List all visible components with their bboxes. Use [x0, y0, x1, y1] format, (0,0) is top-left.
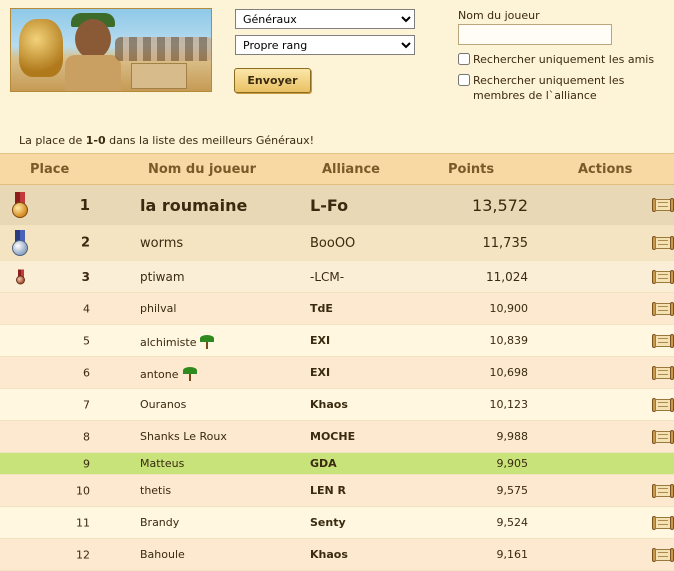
- palm-tree-icon: [199, 333, 215, 349]
- send-button[interactable]: Envoyer: [234, 68, 311, 93]
- place-number: 1: [79, 196, 90, 214]
- table-row: 1 la roumaine L-Fo 13,572: [0, 184, 674, 226]
- place-number: 8: [83, 430, 90, 443]
- player-name-link[interactable]: la roumaine: [140, 196, 247, 215]
- alliance-link[interactable]: -LCM-: [310, 270, 344, 284]
- alliance-link[interactable]: EXI: [310, 334, 330, 347]
- alliance-link[interactable]: MOCHE: [310, 430, 355, 443]
- points-value: 9,161: [496, 548, 529, 561]
- player-name-link[interactable]: philval: [140, 302, 176, 315]
- alliance-link[interactable]: Senty: [310, 516, 346, 529]
- player-name-link[interactable]: ptiwam: [140, 270, 185, 284]
- col-alliance-header[interactable]: Alliance: [310, 153, 430, 185]
- table-row: 7 Ouranos Khaos 10,123: [0, 388, 674, 421]
- place-number: 12: [76, 548, 90, 561]
- points-value: 9,905: [496, 457, 529, 470]
- rank-info-prefix: La place de: [19, 134, 86, 147]
- player-name-link[interactable]: alchimiste: [140, 336, 196, 349]
- scroll-message-icon[interactable]: [652, 397, 674, 413]
- ranking-table: Place Nom du joueur Alliance Points Acti…: [0, 153, 674, 571]
- points-value: 13,572: [472, 195, 528, 215]
- scroll-message-icon[interactable]: [652, 197, 674, 213]
- player-name-link[interactable]: Bahoule: [140, 548, 185, 561]
- col-place-header[interactable]: Place: [0, 153, 140, 185]
- gold-medal-icon: [12, 192, 28, 218]
- alliance-link[interactable]: BooOO: [310, 236, 355, 251]
- place-number: 5: [83, 334, 90, 347]
- alliance-link[interactable]: Khaos: [310, 398, 348, 411]
- scroll-message-icon[interactable]: [652, 235, 674, 251]
- only-alliance-label: Rechercher uniquement les membres de l`a…: [473, 74, 625, 102]
- col-points-header[interactable]: Points: [430, 153, 528, 185]
- alliance-link[interactable]: EXI: [310, 366, 330, 379]
- scroll-message-icon[interactable]: [652, 269, 674, 285]
- alliance-link[interactable]: TdE: [310, 302, 333, 315]
- silver-medal-icon: [12, 230, 28, 256]
- points-value: 10,900: [489, 302, 529, 315]
- rank-info-suffix: dans la liste des meilleurs Généraux!: [105, 134, 315, 147]
- scroll-message-icon[interactable]: [652, 483, 674, 499]
- generals-banner-image: [10, 8, 212, 92]
- points-value: 9,524: [496, 516, 529, 529]
- rank-info-text: La place de 1-0 dans la liste des meille…: [19, 134, 314, 147]
- scroll-message-icon[interactable]: [652, 301, 674, 317]
- scroll-message-icon[interactable]: [652, 429, 674, 445]
- table-row: 12 Bahoule Khaos 9,161: [0, 538, 674, 571]
- only-alliance-checkbox[interactable]: [458, 74, 470, 86]
- only-friends-checkbox[interactable]: [458, 53, 470, 65]
- place-number: 10: [76, 484, 90, 497]
- table-row: 10 thetis LEN R 9,575: [0, 474, 674, 507]
- col-name-header[interactable]: Nom du joueur: [140, 153, 310, 185]
- alliance-link[interactable]: GDA: [310, 457, 337, 470]
- table-row: 2 worms BooOO 11,735: [0, 225, 674, 261]
- place-number: 4: [83, 302, 90, 315]
- rank-select[interactable]: Propre rang: [235, 35, 415, 55]
- player-name-link[interactable]: Shanks Le Roux: [140, 430, 227, 443]
- scroll-message-icon[interactable]: [652, 333, 674, 349]
- place-number: 3: [81, 269, 90, 284]
- player-name-link[interactable]: antone: [140, 368, 179, 381]
- place-number: 9: [83, 457, 90, 470]
- table-row: 11 Brandy Senty 9,524: [0, 506, 674, 539]
- table-row: 4 philval TdE 10,900: [0, 292, 674, 325]
- only-friends-option: Rechercher uniquement les amis: [458, 52, 654, 67]
- points-value: 11,024: [486, 269, 528, 284]
- place-number: 11: [76, 516, 90, 529]
- place-number: 6: [83, 366, 90, 379]
- table-row: 8 Shanks Le Roux MOCHE 9,988: [0, 420, 674, 453]
- scroll-message-icon[interactable]: [652, 515, 674, 531]
- points-value: 9,575: [496, 484, 529, 497]
- only-friends-label: Rechercher uniquement les amis: [473, 53, 655, 66]
- scroll-message-icon[interactable]: [652, 547, 674, 563]
- palm-tree-icon: [182, 365, 198, 381]
- scroll-message-icon[interactable]: [652, 365, 674, 381]
- player-name-link[interactable]: Brandy: [140, 516, 179, 529]
- alliance-link[interactable]: Khaos: [310, 548, 348, 561]
- table-row: 5 alchimiste EXI 10,839: [0, 324, 674, 357]
- only-alliance-option: Rechercher uniquement les membres de l`a…: [458, 73, 668, 103]
- table-row: 3 ptiwam -LCM- 11,024: [0, 260, 674, 293]
- category-select[interactable]: Généraux: [235, 9, 415, 29]
- own-rank-row: 9 Matteus GDA 9,905: [0, 452, 674, 475]
- player-name-link[interactable]: thetis: [140, 484, 171, 497]
- points-value: 9,988: [496, 430, 529, 443]
- points-value: 10,123: [489, 398, 529, 411]
- points-value: 10,839: [489, 334, 529, 347]
- col-actions-header: Actions: [528, 153, 674, 185]
- player-name-link[interactable]: worms: [140, 236, 183, 251]
- player-name-link[interactable]: Matteus: [140, 457, 184, 470]
- player-name-input[interactable]: [458, 24, 612, 45]
- points-value: 10,698: [489, 366, 529, 379]
- place-number: 7: [83, 398, 90, 411]
- table-row: 6 antone EXI 10,698: [0, 356, 674, 389]
- points-value: 11,735: [482, 235, 529, 251]
- place-number: 2: [80, 235, 90, 251]
- player-name-label: Nom du joueur: [458, 9, 540, 22]
- player-name-link[interactable]: Ouranos: [140, 398, 186, 411]
- alliance-link[interactable]: L-Fo: [310, 196, 348, 215]
- bronze-medal-icon: [16, 269, 25, 284]
- alliance-link[interactable]: LEN R: [310, 484, 346, 497]
- rank-info-range: 1-0: [85, 134, 106, 147]
